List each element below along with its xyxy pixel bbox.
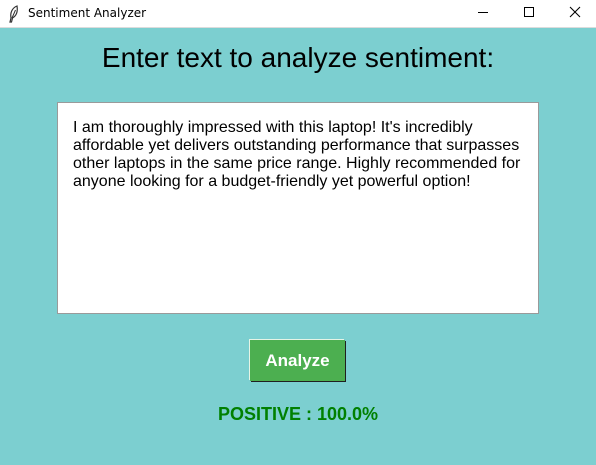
text-input-area[interactable]: I am thoroughly impressed with this lapt… (57, 102, 539, 314)
close-button[interactable] (552, 0, 596, 28)
window-title: Sentiment Analyzer (28, 6, 147, 20)
minimize-button[interactable] (460, 0, 506, 28)
app-window: Enter text to analyze sentiment: I am th… (0, 28, 596, 465)
sentiment-result: POSITIVE : 100.0% (217, 404, 379, 424)
feather-icon (7, 5, 21, 23)
maximize-icon (523, 5, 535, 23)
page-title: Enter text to analyze sentiment: (101, 42, 495, 73)
analyze-button[interactable]: Analyze (250, 340, 345, 381)
title-bar: Sentiment Analyzer (0, 0, 596, 28)
close-icon (569, 5, 581, 23)
minimize-icon (477, 5, 489, 23)
maximize-button[interactable] (506, 0, 552, 28)
